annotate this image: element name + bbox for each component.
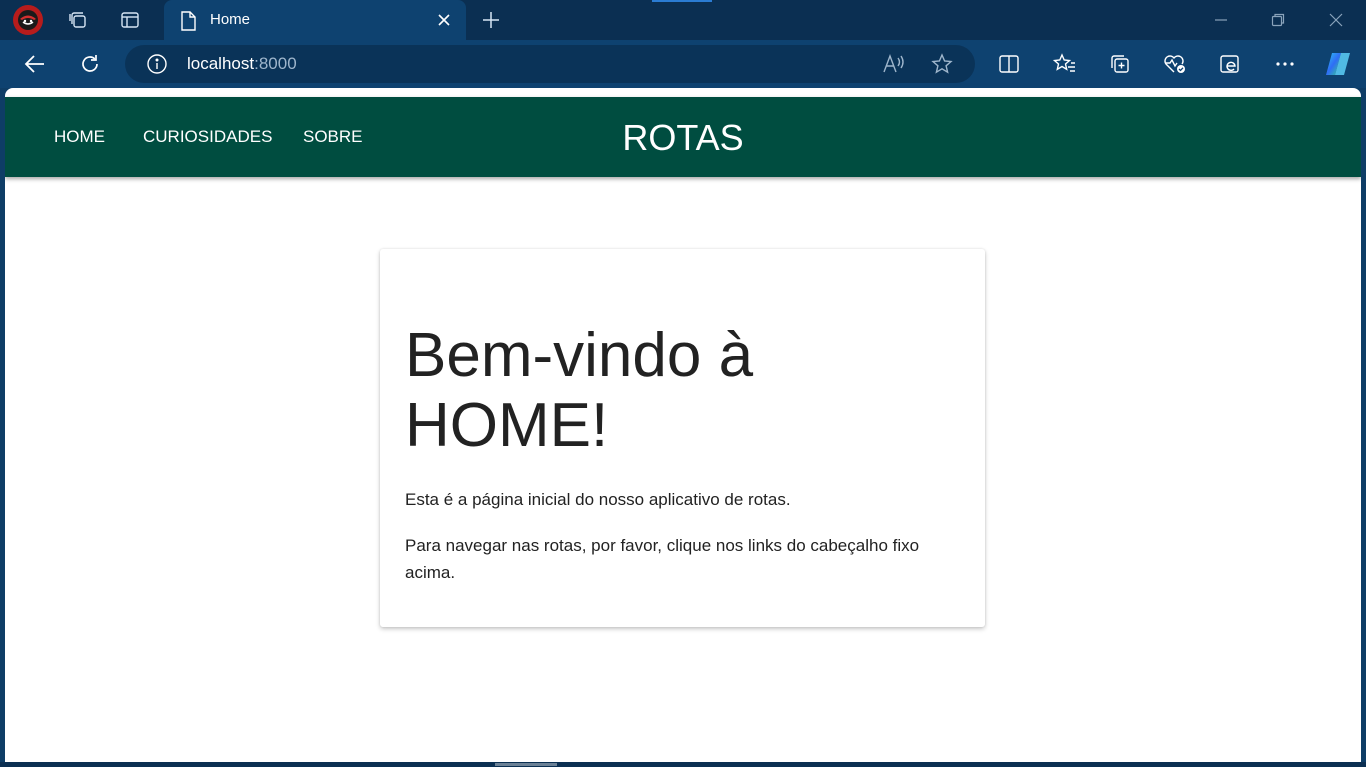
more-icon[interactable] [1272,51,1298,77]
site-header: HOME CURIOSIDADES SOBRE ROTAS [5,97,1361,177]
window-close-icon[interactable] [1324,8,1348,32]
tab-home[interactable]: Home [164,0,466,40]
intro-paragraph: Esta é a página inicial do nosso aplicat… [405,490,791,509]
document-icon [180,11,196,35]
favorite-star-icon[interactable] [931,53,953,79]
tab-bar: Home [0,0,1366,40]
site-brand: ROTAS [622,117,744,158]
copilot-icon[interactable] [1322,49,1354,79]
workspaces-icon[interactable] [64,6,92,34]
browser-window: Home localhost:8000 HOME CURIOSIDADES SO… [0,0,1366,767]
restore-icon[interactable] [1266,8,1290,32]
back-icon[interactable] [22,51,48,77]
active-indicator [652,0,712,2]
url-text[interactable]: localhost:8000 [187,54,297,74]
url-port: :8000 [254,54,297,73]
tab-actions-icon[interactable] [116,6,144,34]
navigation-hint-paragraph: Para navegar nas rotas, por favor, cliqu… [405,536,920,582]
browser-essentials-icon[interactable] [1162,51,1188,77]
page-heading: Bem-vindo à HOME! [405,321,754,460]
close-icon[interactable] [434,10,454,30]
collections-icon[interactable] [1107,51,1133,77]
refresh-icon[interactable] [77,51,103,77]
favorites-icon[interactable] [1052,51,1078,77]
read-aloud-icon[interactable] [882,53,906,79]
address-toolbar: localhost:8000 [0,40,1366,88]
resize-handle [495,763,557,766]
ie-mode-icon[interactable] [1217,51,1243,77]
info-icon[interactable] [146,53,168,79]
url-host: localhost [187,54,255,73]
bottom-frame [0,762,1366,767]
tab-title: Home [210,11,251,28]
minimize-icon[interactable] [1209,8,1233,32]
page-viewport: HOME CURIOSIDADES SOBRE ROTAS Bem-vindo … [5,88,1361,762]
profile-avatar-icon[interactable] [13,5,43,35]
split-screen-icon[interactable] [996,51,1022,77]
welcome-card: Bem-vindo à HOME! Esta é a página inicia… [380,249,985,627]
new-tab-icon[interactable] [478,7,504,33]
address-bar[interactable]: localhost:8000 [125,45,975,83]
